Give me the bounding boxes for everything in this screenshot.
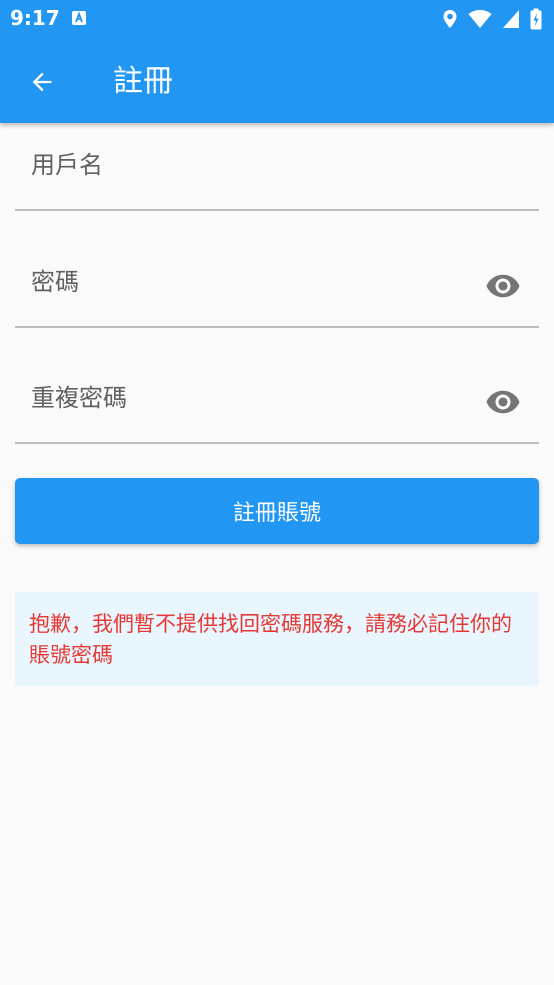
status-icons [442,8,542,30]
confirm-password-input[interactable] [15,354,475,442]
arrow-left-icon [32,72,52,92]
a-notification-icon [72,11,86,25]
password-recovery-notice: 抱歉，我們暫不提供找回密碼服務，請務必記住你的賬號密碼 [15,592,539,686]
password-input[interactable] [15,238,475,326]
eye-icon [486,274,520,298]
username-input[interactable] [15,121,475,209]
signal-icon [503,10,519,28]
status-bar: 9:17 [0,0,554,38]
toolbar: 註冊 [0,38,554,123]
eye-icon [486,390,520,414]
status-time: 9:17 [10,6,60,30]
username-field [15,121,539,211]
page-title: 註冊 [113,64,173,99]
password-field [15,238,539,328]
confirm-password-visibility-toggle[interactable] [483,382,523,422]
password-visibility-toggle[interactable] [483,266,523,306]
wifi-icon [468,10,492,28]
location-icon [443,10,457,28]
register-account-button[interactable]: 註冊賬號 [15,478,539,544]
confirm-password-field [15,354,539,444]
back-button[interactable] [18,58,66,106]
app-bar: 9:17 註冊 [0,0,554,123]
battery-charging-icon [530,8,542,30]
